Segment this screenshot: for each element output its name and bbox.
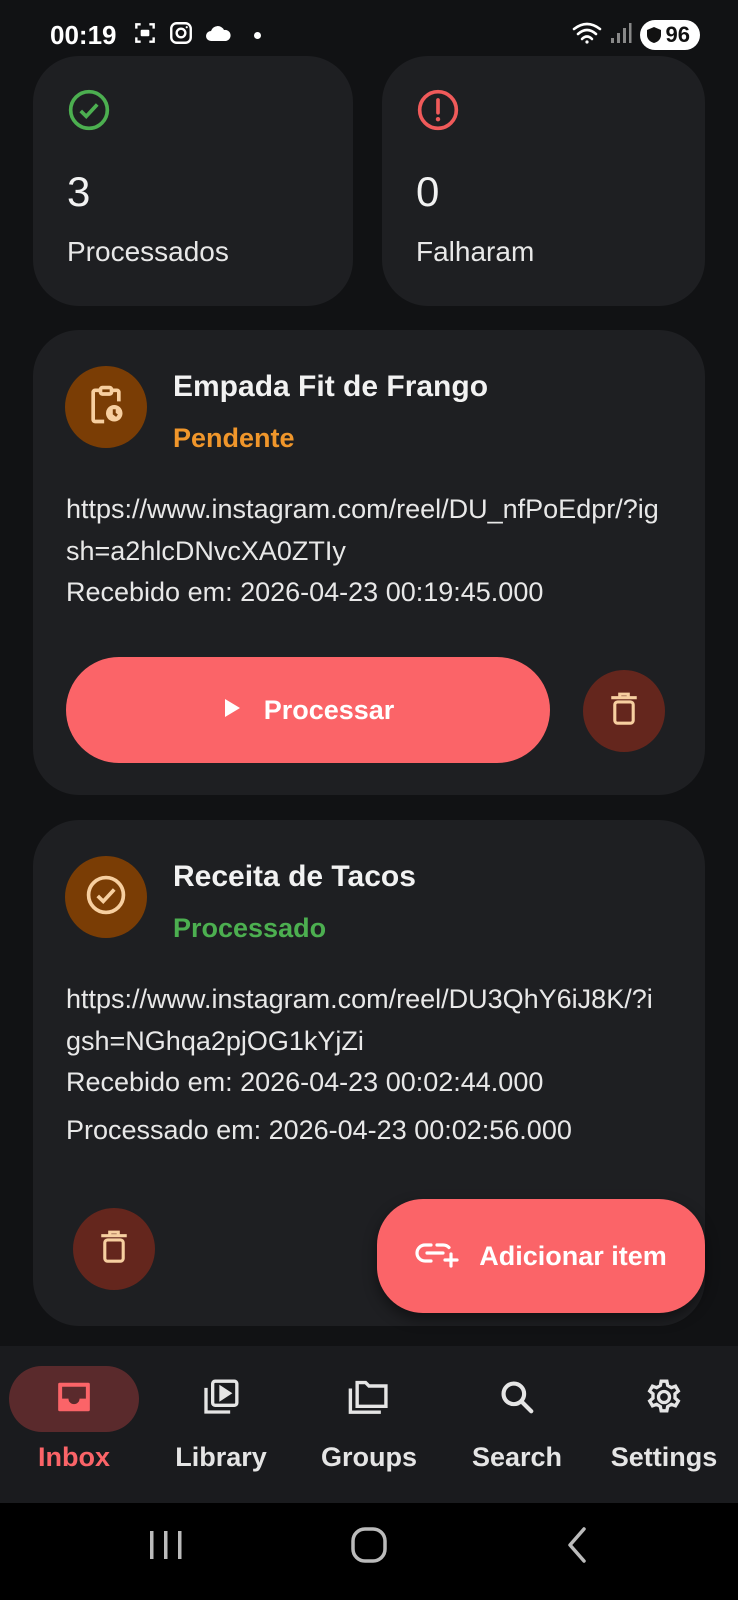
clipboard-clock-icon — [84, 383, 128, 432]
nav-settings-label: Settings — [610, 1442, 718, 1472]
process-button-label: Processar — [263, 694, 395, 725]
processed-label: Processados — [67, 236, 229, 267]
nav-groups[interactable]: Groups — [295, 1346, 443, 1503]
instagram-icon — [168, 20, 194, 51]
failed-stat-card: 0 Falharam — [382, 56, 705, 306]
notification-dot — [254, 32, 261, 39]
item-avatar — [65, 366, 147, 448]
nav-inbox[interactable]: Inbox — [0, 1346, 148, 1503]
nav-groups-label: Groups — [320, 1442, 417, 1472]
link-add-icon — [415, 1238, 459, 1275]
process-button[interactable]: Processar — [66, 657, 550, 763]
status-icons-left — [132, 20, 261, 51]
add-item-button[interactable]: Adicionar item — [377, 1199, 705, 1313]
item-url: https://www.instagram.com/reel/DU3QhY6iJ… — [66, 984, 653, 1056]
processed-stat-card: 3 Processados — [33, 56, 353, 306]
nav-settings[interactable]: Settings — [590, 1346, 738, 1503]
wifi-icon — [572, 21, 602, 50]
item-avatar — [65, 856, 147, 938]
inbox-icon — [55, 1379, 93, 1420]
play-icon — [222, 695, 242, 726]
nav-search-label: Search — [471, 1442, 563, 1472]
nav-inbox-pill — [9, 1366, 139, 1432]
search-icon — [498, 1378, 536, 1421]
item-title: Receita de Tacos — [173, 860, 416, 893]
nav-library-pill — [156, 1366, 286, 1432]
processed-count: 3 — [67, 168, 91, 215]
folders-icon — [347, 1378, 391, 1421]
nav-library[interactable]: Library — [147, 1346, 295, 1503]
nav-library-label: Library — [175, 1442, 267, 1472]
item-received: Recebido em: 2026-04-23 00:02:44.000 — [66, 1067, 544, 1097]
delete-button[interactable] — [73, 1208, 155, 1290]
check-circle-icon — [67, 88, 111, 137]
delete-button[interactable] — [583, 670, 665, 752]
add-item-label: Adicionar item — [479, 1240, 667, 1271]
gear-icon — [644, 1377, 684, 1422]
status-icons-right: 96 — [572, 20, 700, 50]
screenshot-icon — [132, 20, 158, 51]
nav-groups-pill — [304, 1366, 434, 1432]
bottom-navigation: Inbox Library Groups Search Settings — [0, 1346, 738, 1503]
item-processed: Processado em: 2026-04-23 00:02:56.000 — [66, 1115, 572, 1145]
item-url: https://www.instagram.com/reel/DU_nfPoEd… — [66, 494, 659, 566]
system-navigation-bar — [0, 1503, 738, 1600]
check-circle-icon — [84, 873, 128, 922]
nav-search[interactable]: Search — [443, 1346, 591, 1503]
alert-circle-icon — [416, 88, 460, 137]
nav-inbox-label: Inbox — [38, 1442, 110, 1472]
home-icon[interactable] — [349, 1523, 389, 1572]
failed-label: Falharam — [416, 236, 535, 267]
signal-icon — [610, 22, 632, 49]
recents-icon[interactable] — [146, 1523, 186, 1572]
inbox-item-card[interactable]: Empada Fit de Frango Pendente https://ww… — [33, 330, 705, 795]
video-library-icon — [201, 1377, 241, 1422]
item-received: Recebido em: 2026-04-23 00:19:45.000 — [66, 577, 544, 607]
item-title: Empada Fit de Frango — [173, 370, 489, 403]
battery-level: 96 — [665, 22, 690, 47]
status-time: 00:19 — [50, 20, 117, 50]
trash-icon — [97, 1228, 131, 1271]
failed-count: 0 — [416, 168, 440, 215]
cloud-icon — [204, 22, 232, 49]
trash-icon — [607, 690, 641, 733]
battery-icon: 96 — [639, 20, 700, 50]
back-icon[interactable] — [562, 1523, 592, 1572]
item-status: Pendente — [173, 423, 295, 453]
nav-search-pill — [452, 1366, 582, 1432]
item-status: Processado — [173, 913, 327, 943]
nav-settings-pill — [599, 1366, 729, 1432]
